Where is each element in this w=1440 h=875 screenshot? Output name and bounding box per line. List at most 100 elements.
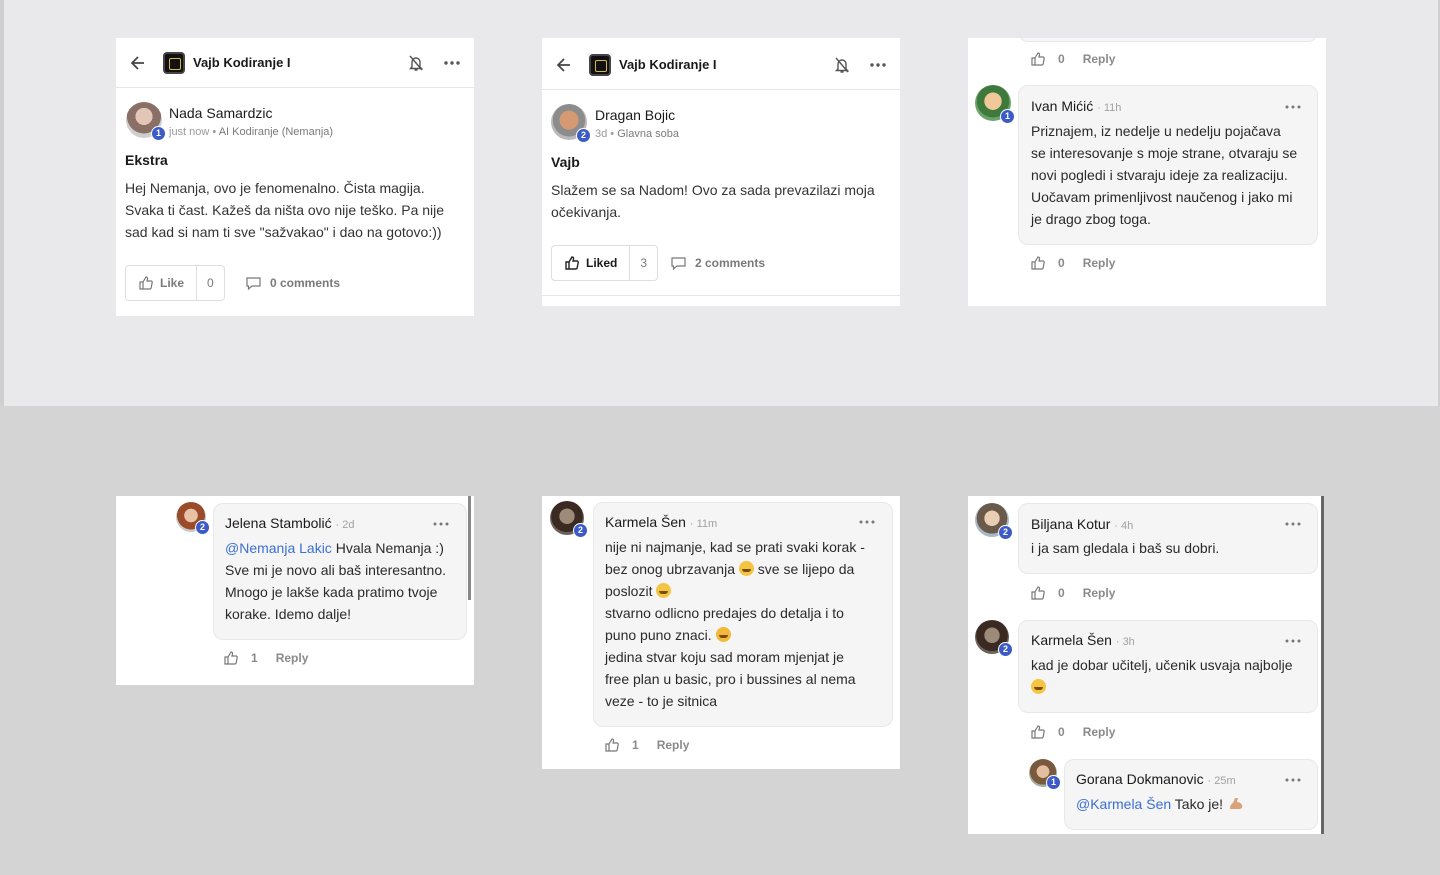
avatar[interactable]: 2 [550, 501, 588, 538]
more-icon[interactable] [1284, 104, 1302, 110]
author-name[interactable]: Dragan Bojic [595, 107, 675, 123]
more-icon[interactable] [442, 53, 462, 73]
more-icon[interactable] [432, 521, 450, 527]
back-arrow-icon[interactable] [128, 53, 148, 73]
more-icon[interactable] [1284, 638, 1302, 644]
like-count: 1 [632, 738, 639, 752]
group-logo-icon [589, 54, 611, 76]
comment-author[interactable]: Karmela Šen [605, 514, 686, 530]
body-line: očekivanja. [551, 204, 622, 220]
comment-line: kad je dobar učitelj, učenik usvaja najb… [1031, 657, 1293, 673]
avatar[interactable]: 2 [975, 503, 1013, 540]
thumbs-up-icon[interactable] [604, 737, 620, 753]
back-arrow-icon[interactable] [554, 55, 574, 75]
comment-fragment: poslozit [605, 583, 653, 599]
group-name[interactable]: Vajb Kodiranje I [619, 57, 717, 72]
avatar[interactable]: 2 [551, 104, 591, 143]
star-struck-emoji [1031, 679, 1046, 694]
mention-link[interactable]: @Nemanja Lakic [225, 540, 332, 556]
post-room[interactable]: Glavna soba [617, 128, 679, 140]
comment-icon [246, 277, 261, 291]
comment-author[interactable]: Gorana Dokmanovic [1076, 771, 1204, 787]
like-count: 0 [1058, 256, 1065, 270]
hugging-emoji [715, 627, 731, 642]
avatar[interactable]: 1 [1029, 759, 1061, 790]
reply-button[interactable]: Reply [657, 738, 690, 752]
comment-author[interactable]: Ivan Mićić [1031, 98, 1093, 114]
comment-panel-thread: 2 Biljana Kotur · 4h i ja sam gledala i … [968, 496, 1324, 834]
like-button-group[interactable]: Like 0 [125, 265, 225, 301]
comment-fragment: puno puno znaci. [605, 627, 712, 643]
comment-author[interactable]: Karmela Šen [1031, 632, 1112, 648]
bell-off-icon[interactable] [406, 53, 426, 73]
more-icon[interactable] [868, 55, 888, 75]
like-count[interactable]: 3 [630, 256, 657, 270]
avatar[interactable]: 2 [975, 620, 1013, 657]
like-count[interactable]: 0 [197, 276, 224, 290]
comment-panel-ivan: 0 Reply 1 Ivan Mićić · 11h Priznajem, iz… [968, 38, 1326, 306]
reply-button[interactable]: Reply [1083, 725, 1116, 739]
comment-line: free plan u basic, pro i bussines al nem… [605, 671, 856, 687]
post-title: Ekstra [125, 152, 168, 168]
level-badge: 1 [1046, 775, 1061, 790]
thumbs-up-icon [565, 256, 579, 270]
reply-button[interactable]: Reply [1083, 586, 1116, 600]
post-room[interactable]: AI Kodiranje (Nemanja) [219, 126, 333, 138]
card-divider [542, 295, 900, 296]
comment-line: nije ni najmanje, kad se prati svaki kor… [605, 539, 865, 555]
group-name[interactable]: Vajb Kodiranje I [193, 55, 291, 70]
post-time: just now [169, 126, 210, 138]
like-button-group[interactable]: Liked 3 [551, 245, 659, 281]
reply-button[interactable]: Reply [1083, 256, 1116, 270]
avatar[interactable]: 1 [126, 102, 166, 141]
thumbs-up-icon[interactable] [1030, 724, 1046, 740]
post-card-dragan: Vajb Kodiranje I 2 Dragan Bojic 3d • Gla… [542, 38, 900, 306]
like-count: 0 [1058, 52, 1065, 66]
scrollbar[interactable] [468, 496, 471, 600]
prev-bubble-edge [1018, 38, 1318, 42]
like-button[interactable]: Liked [552, 246, 631, 280]
reply-button[interactable]: Reply [276, 651, 309, 665]
comment-line: Mnogo je lakše kada pratimo tvoje [225, 584, 438, 600]
comment-text: kad je dobar učitelj, učenik usvaja najb… [1031, 654, 1316, 698]
grin-emoji [656, 583, 672, 598]
comment-header: Karmela Šen · 11m [605, 514, 718, 530]
comment-line: bez onog ubrzavanja sve se lijepo da [605, 558, 890, 580]
level-badge: 2 [576, 128, 591, 143]
comment-line: Sve mi je novo ali baš interesantno. [225, 562, 447, 578]
post-body: Hej Nemanja, ovo je fenomenalno. Čista m… [125, 177, 470, 243]
author-name[interactable]: Nada Samardzic [169, 105, 273, 121]
thumbs-up-icon[interactable] [1030, 255, 1046, 271]
comment-time: 4h [1121, 520, 1134, 532]
body-line: Slažem se sa Nadom! Ovo za sada prevazil… [551, 182, 875, 198]
thumbs-up-icon[interactable] [1030, 585, 1046, 601]
comment-author[interactable]: Jelena Stambolić [225, 515, 332, 531]
comments-link[interactable]: 0 comments [245, 275, 340, 291]
comments-link[interactable]: 2 comments [670, 255, 765, 271]
comment-fragment: sve se lijepo da [753, 561, 855, 577]
more-icon[interactable] [1284, 777, 1302, 783]
comment-author[interactable]: Biljana Kotur [1031, 516, 1110, 532]
comment-header: Gorana Dokmanovic · 25m [1076, 771, 1236, 787]
mention-link[interactable]: @Karmela Šen [1076, 796, 1171, 812]
avatar[interactable]: 2 [176, 502, 210, 535]
body-line: Hej Nemanja, ovo je fenomenalno. Čista m… [125, 180, 425, 196]
avatar[interactable]: 1 [975, 85, 1015, 124]
post-title: Vajb [551, 154, 580, 170]
bell-off-icon[interactable] [832, 55, 852, 75]
post-meta: 3d • Glavna soba [595, 128, 679, 140]
more-icon[interactable] [858, 519, 876, 525]
like-button[interactable]: Like [126, 266, 198, 300]
thumbs-up-icon[interactable] [1030, 51, 1046, 67]
reply-button[interactable]: Reply [1083, 52, 1116, 66]
comment-icon [671, 257, 686, 271]
thumbs-up-icon [139, 276, 153, 290]
thumbs-up-icon[interactable] [223, 650, 239, 666]
comment-line [1031, 676, 1316, 698]
comment-actions: 0 Reply [1030, 585, 1115, 601]
like-count: 0 [1058, 586, 1065, 600]
more-icon[interactable] [1284, 521, 1302, 527]
comment-line: je drago zbog toga. [1031, 211, 1151, 227]
scrollbar[interactable] [1321, 496, 1324, 834]
post-header: Vajb Kodiranje I [116, 38, 474, 88]
